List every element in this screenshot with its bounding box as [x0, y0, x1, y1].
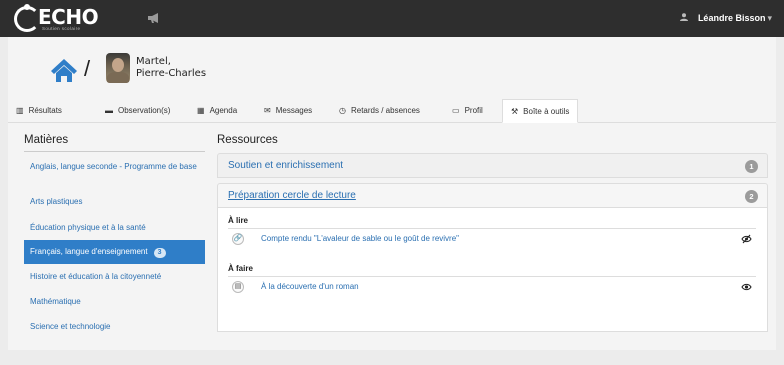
count-badge: 3	[153, 248, 166, 258]
folder-icon: ▬	[105, 106, 113, 115]
section-title-a-lire: À lire	[228, 216, 249, 225]
student-name-first: Pierre-Charles	[136, 68, 207, 79]
divider	[228, 276, 756, 277]
resource-group-label: Soutien et enrichissement	[228, 160, 344, 171]
tab-agenda[interactable]: ▦ Agenda	[197, 99, 237, 123]
count-badge: 1	[745, 160, 758, 173]
matiere-item-francais[interactable]: Français, langue d'enseignement 3	[24, 240, 205, 264]
matieres-title: Matières	[24, 133, 205, 152]
divider	[228, 228, 756, 229]
logo-tagline: Soutien scolaire	[42, 26, 81, 31]
tab-observations[interactable]: ▬ Observation(s)	[105, 99, 170, 123]
matieres-panel: Matières Anglais, langue seconde - Progr…	[24, 133, 205, 331]
caret-down-icon: ▾	[767, 13, 772, 23]
logo-text: ECHO	[38, 5, 99, 29]
tab-profil[interactable]: ▭ Profil	[452, 99, 483, 123]
matiere-item-science[interactable]: Science et technologie	[24, 321, 205, 332]
link-icon: 🔗	[232, 233, 244, 245]
tab-messages[interactable]: ✉ Messages	[264, 99, 312, 123]
resource-group-body: À lire 🔗 Compte rendu "L'avaleur de sabl…	[217, 208, 768, 332]
resource-item[interactable]: 🔗 Compte rendu "L'avaleur de sable ou le…	[232, 233, 752, 247]
calendar-icon: ▦	[197, 106, 205, 115]
student-avatar	[106, 53, 130, 83]
tab-boite-a-outils[interactable]: ⚒ Boîte à outils	[502, 99, 579, 123]
matiere-item-histoire[interactable]: Histoire et éducation à la citoyenneté	[24, 271, 205, 282]
clock-icon: ◷	[339, 106, 346, 115]
envelope-icon: ✉	[264, 106, 271, 115]
main-content: / Martel, Pierre-Charles ▥ Résultats ▬ Obs…	[8, 37, 776, 350]
user-menu[interactable]: Léandre Bisson ▾	[680, 13, 772, 24]
top-navbar: ECHO Soutien scolaire Léandre Bisson ▾	[0, 0, 784, 37]
echo-logo[interactable]: ECHO Soutien scolaire	[14, 4, 118, 33]
document-icon: ▤	[232, 281, 244, 293]
student-name: Martel, Pierre-Charles	[136, 56, 206, 80]
matiere-item-education-physique[interactable]: Éducation physique et à la santé	[24, 222, 205, 233]
matiere-item-anglais[interactable]: Anglais, langue seconde - Programme de b…	[24, 161, 205, 172]
eye-slash-icon[interactable]	[741, 234, 752, 244]
tab-bar: ▥ Résultats ▬ Observation(s) ▦ Agenda ✉ Mess…	[8, 99, 776, 123]
user-name: Léandre Bisson	[697, 13, 766, 23]
resource-group-soutien[interactable]: Soutien et enrichissement 1	[217, 153, 768, 178]
breadcrumb-separator: /	[84, 56, 91, 81]
student-name-last: Martel,	[136, 56, 171, 67]
matiere-item-arts[interactable]: Arts plastiques	[24, 196, 205, 207]
resource-group-preparation[interactable]: Préparation cercle de lecture 2	[217, 183, 768, 208]
megaphone-icon[interactable]	[147, 12, 161, 24]
eye-icon[interactable]	[741, 282, 752, 292]
tools-icon: ⚒	[511, 107, 519, 116]
resource-item[interactable]: ▤ À la découverte d'un roman	[232, 281, 752, 295]
ressources-title: Ressources	[217, 134, 278, 146]
user-icon	[680, 13, 691, 23]
logo-dot	[24, 4, 30, 10]
tab-retards-absences[interactable]: ◷ Retards / absences	[339, 99, 420, 123]
tab-resultats[interactable]: ▥ Résultats	[16, 99, 62, 123]
resource-group-label: Préparation cercle de lecture	[228, 190, 356, 201]
id-card-icon: ▭	[452, 106, 460, 115]
ressources-panel: Ressources Soutien et enrichissement 1 P…	[217, 133, 768, 332]
count-badge: 2	[745, 190, 758, 203]
matiere-item-label: Français, langue d'enseignement	[30, 247, 148, 256]
bar-chart-icon: ▥	[16, 106, 24, 115]
resource-link[interactable]: À la découverte d'un roman	[261, 282, 359, 292]
home-icon[interactable]	[50, 57, 78, 83]
section-title-a-faire: À faire	[228, 264, 253, 273]
matiere-item-mathematique[interactable]: Mathématique	[24, 296, 205, 307]
resource-link[interactable]: Compte rendu "L'avaleur de sable ou le g…	[261, 234, 459, 244]
